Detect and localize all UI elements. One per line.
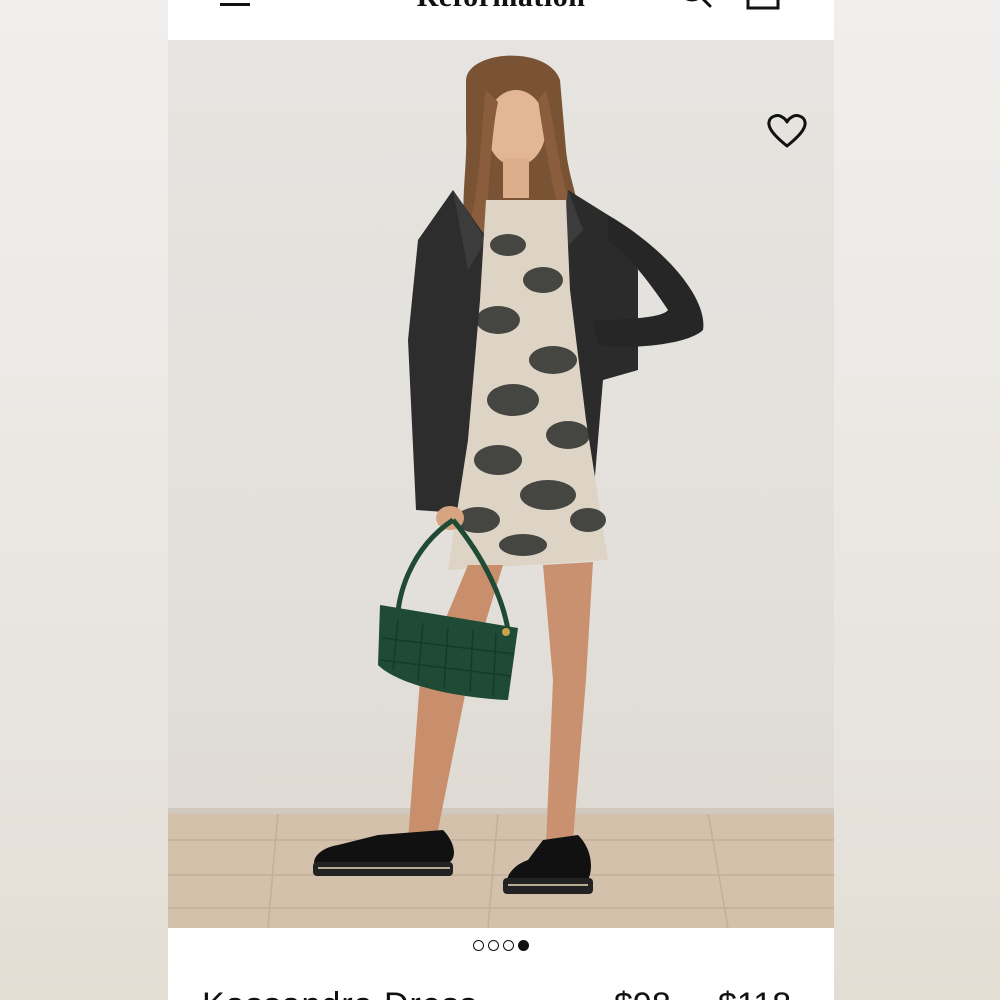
- top-header: Reformation: [168, 0, 834, 40]
- carousel-dot-1[interactable]: [473, 940, 484, 951]
- shopping-bag-icon[interactable]: [746, 0, 782, 12]
- heart-icon[interactable]: [766, 112, 808, 150]
- carousel-dot-3[interactable]: [503, 940, 514, 951]
- product-photo-illustration: [168, 55, 834, 928]
- carousel-dots: [168, 940, 834, 956]
- right-gutter: [834, 0, 1000, 1000]
- left-gutter: [0, 0, 168, 1000]
- carousel-dot-4-active[interactable]: [518, 940, 529, 951]
- carousel-dot-2[interactable]: [488, 940, 499, 951]
- product-info: Kassandra Dress $98 $118: [168, 980, 834, 1000]
- product-image[interactable]: [168, 40, 834, 928]
- original-price: $118: [718, 986, 791, 1000]
- sale-price: $98: [614, 986, 671, 1000]
- search-icon[interactable]: [678, 0, 714, 12]
- mobile-product-page: Reformation: [168, 0, 834, 1000]
- product-name: Kassandra Dress: [202, 986, 478, 1000]
- brand-logo[interactable]: Reformation: [168, 0, 834, 14]
